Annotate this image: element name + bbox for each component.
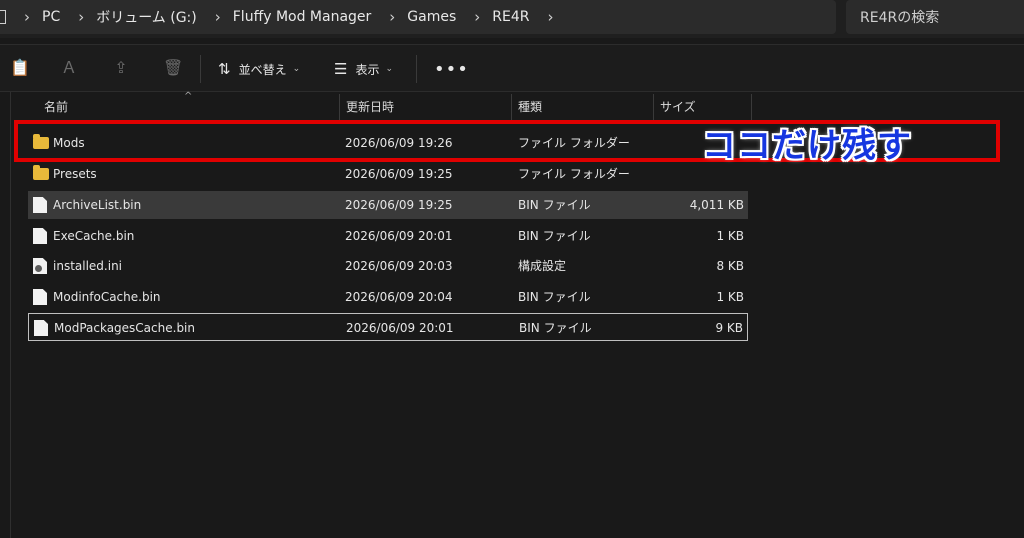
file-date: 2026/06/09 20:01 <box>346 321 454 335</box>
table-row[interactable]: ArchiveList.bin 2026/06/09 19:25 BIN ファイ… <box>28 191 748 219</box>
more-options-icon[interactable]: ••• <box>434 59 469 80</box>
chevron-right-icon[interactable]: › <box>548 8 554 26</box>
annotation-text: ココだけ残す <box>702 126 912 166</box>
file-name: ArchiveList.bin <box>53 198 142 212</box>
view-icon: ☰ <box>334 60 348 78</box>
delete-icon[interactable]: 🗑 <box>163 59 183 77</box>
share-icon[interactable]: ⇪ <box>112 59 130 77</box>
chevron-down-icon: ⌄ <box>385 64 394 74</box>
view-label: 表示 <box>355 62 380 77</box>
file-size: 9 KB <box>715 321 743 335</box>
column-type[interactable]: 種類 <box>512 94 654 120</box>
file-name: ModinfoCache.bin <box>53 290 161 304</box>
rename-icon[interactable]: Ａ <box>60 59 78 77</box>
sort-label: 並べ替え <box>238 62 287 77</box>
pc-icon <box>0 10 6 24</box>
file-name: ExeCache.bin <box>53 229 135 243</box>
chevron-right-icon[interactable]: › <box>24 8 30 26</box>
file-date: 2026/06/09 20:03 <box>345 259 453 273</box>
file-type: BIN ファイル <box>518 198 591 212</box>
file-name: Presets <box>53 167 97 181</box>
settings-file-icon <box>33 258 47 274</box>
folder-icon <box>33 165 49 180</box>
chevron-down-icon: ⌄ <box>292 64 301 74</box>
file-size: 8 KB <box>716 259 744 273</box>
search-placeholder: RE4Rの検索 <box>860 10 940 26</box>
file-size: 4,011 KB <box>689 198 744 212</box>
breadcrumb-games[interactable]: Games <box>407 9 456 25</box>
chevron-right-icon[interactable]: › <box>389 8 395 26</box>
table-row[interactable]: Presets 2026/06/09 19:25 ファイル フォルダー <box>28 160 748 188</box>
breadcrumb-volume[interactable]: ボリューム (G:) <box>96 7 197 27</box>
file-date: 2026/06/09 19:25 <box>345 198 453 212</box>
chevron-right-icon[interactable]: › <box>78 8 84 26</box>
command-bar: 📋 Ａ ⇪ 🗑 ⇅ 並べ替え ⌄ ☰ 表示 ⌄ ••• <box>0 44 1024 92</box>
column-header: ^ 名前 更新日時 種類 サイズ <box>28 91 752 120</box>
table-row[interactable]: ExeCache.bin 2026/06/09 20:01 BIN ファイル 1… <box>28 222 748 250</box>
sort-icon: ⇅ <box>218 60 231 78</box>
view-button[interactable]: ☰ 表示 ⌄ <box>334 57 393 81</box>
chevron-right-icon[interactable]: › <box>474 8 480 26</box>
file-date: 2026/06/09 19:25 <box>345 167 453 181</box>
file-date: 2026/06/09 20:04 <box>345 290 453 304</box>
search-input[interactable]: RE4Rの検索 <box>846 0 1024 34</box>
navigation-pane-border <box>10 92 11 538</box>
table-row[interactable]: ModinfoCache.bin 2026/06/09 20:04 BIN ファ… <box>28 283 748 311</box>
toolbar-divider <box>416 55 417 83</box>
file-icon <box>33 289 47 305</box>
toolbar-divider <box>200 55 201 83</box>
file-size: 1 KB <box>716 229 744 243</box>
address-bar-area: › PC › ボリューム (G:) › Fluffy Mod Manager ›… <box>0 0 1024 38</box>
paste-icon[interactable]: 📋 <box>10 59 30 77</box>
file-icon <box>33 197 47 213</box>
file-icon <box>34 320 48 336</box>
breadcrumb-fluffy[interactable]: Fluffy Mod Manager <box>233 9 372 25</box>
file-type: BIN ファイル <box>518 290 591 304</box>
file-size: 1 KB <box>716 290 744 304</box>
file-type: 構成設定 <box>518 259 567 273</box>
column-date[interactable]: 更新日時 <box>340 94 512 120</box>
chevron-right-icon[interactable]: › <box>215 8 221 26</box>
breadcrumb-re4r[interactable]: RE4R <box>492 9 529 25</box>
file-date: 2026/06/09 20:01 <box>345 229 453 243</box>
table-row[interactable]: installed.ini 2026/06/09 20:03 構成設定 8 KB <box>28 252 748 280</box>
breadcrumb-pc[interactable]: PC <box>42 9 60 25</box>
file-name: installed.ini <box>53 259 123 273</box>
sort-button[interactable]: ⇅ 並べ替え ⌄ <box>218 57 300 81</box>
file-type: ファイル フォルダー <box>518 167 630 181</box>
column-size[interactable]: サイズ <box>654 94 752 120</box>
file-name: ModPackagesCache.bin <box>54 321 195 335</box>
column-name[interactable]: 名前 <box>38 94 340 120</box>
file-icon <box>33 228 47 244</box>
file-type: BIN ファイル <box>518 229 591 243</box>
breadcrumb[interactable]: › PC › ボリューム (G:) › Fluffy Mod Manager ›… <box>0 0 836 34</box>
table-row[interactable]: ModPackagesCache.bin 2026/06/09 20:01 BI… <box>28 313 748 341</box>
file-type: BIN ファイル <box>519 321 592 335</box>
